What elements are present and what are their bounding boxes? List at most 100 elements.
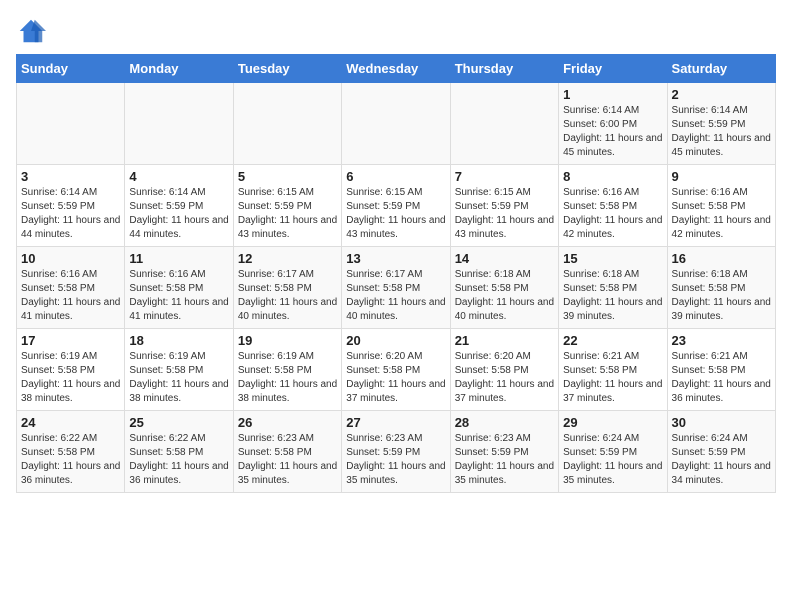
calendar-cell: [450, 83, 558, 165]
day-info: Sunrise: 6:16 AM Sunset: 5:58 PM Dayligh…: [21, 268, 120, 324]
day-number: 11: [129, 251, 228, 266]
day-number: 4: [129, 169, 228, 184]
day-info: Sunrise: 6:21 AM Sunset: 5:58 PM Dayligh…: [672, 350, 771, 406]
weekday-header-friday: Friday: [559, 55, 667, 83]
calendar-cell: 22Sunrise: 6:21 AM Sunset: 5:58 PM Dayli…: [559, 329, 667, 411]
calendar-cell: 20Sunrise: 6:20 AM Sunset: 5:58 PM Dayli…: [342, 329, 450, 411]
calendar-cell: 9 Sunrise: 6:16 AM Sunset: 5:58 PM Daylig…: [667, 165, 775, 247]
calendar-cell: 30 Sunrise: 6:24 AM Sunset: 5:59 PM Dayli…: [667, 411, 775, 493]
calendar-cell: 17 Sunrise: 6:19 AM Sunset: 5:58 PM Dayli…: [17, 329, 125, 411]
day-info: Sunrise: 6:14 AM Sunset: 6:00 PM Dayligh…: [563, 104, 662, 160]
day-info: Sunrise: 6:16 AM Sunset: 5:58 PM Dayligh…: [563, 186, 662, 242]
day-info: Sunrise: 6:17 AM Sunset: 5:58 PM Dayligh…: [238, 268, 337, 324]
calendar-cell: 1 Sunrise: 6:14 AM Sunset: 6:00 PM Daylig…: [559, 83, 667, 165]
calendar-cell: 6 Sunrise: 6:15 AM Sunset: 5:59 PM Daylig…: [342, 165, 450, 247]
day-number: 19: [238, 333, 337, 348]
day-number: 27: [346, 415, 445, 430]
day-number: 15: [563, 251, 662, 266]
calendar-cell: 26 Sunrise: 6:23 AM Sunset: 5:58 PM Dayli…: [233, 411, 341, 493]
day-number: 7: [455, 169, 554, 184]
day-number: 16: [672, 251, 771, 266]
calendar-cell: 3 Sunrise: 6:14 AM Sunset: 5:59 PM Daylig…: [17, 165, 125, 247]
calendar-week-row: 3 Sunrise: 6:14 AM Sunset: 5:59 PM Daylig…: [17, 165, 776, 247]
day-info: Sunrise: 6:24 AM Sunset: 5:59 PM Dayligh…: [563, 432, 662, 488]
day-number: 20: [346, 333, 445, 348]
day-info: Sunrise: 6:14 AM Sunset: 5:59 PM Dayligh…: [129, 186, 228, 242]
calendar-table: SundayMondayTuesdayWednesdayThursdayFrid…: [16, 54, 776, 493]
day-info: Sunrise: 6:24 AM Sunset: 5:59 PM Dayligh…: [672, 432, 771, 488]
day-number: 26: [238, 415, 337, 430]
calendar-cell: 14 Sunrise: 6:18 AM Sunset: 5:58 PM Dayli…: [450, 247, 558, 329]
calendar-cell: 12 Sunrise: 6:17 AM Sunset: 5:58 PM Dayli…: [233, 247, 341, 329]
calendar-cell: 4 Sunrise: 6:14 AM Sunset: 5:59 PM Daylig…: [125, 165, 233, 247]
day-info: Sunrise: 6:16 AM Sunset: 5:58 PM Dayligh…: [129, 268, 228, 324]
day-info: Sunrise: 6:18 AM Sunset: 5:58 PM Dayligh…: [455, 268, 554, 324]
day-info: Sunrise: 6:19 AM Sunset: 5:58 PM Dayligh…: [21, 350, 120, 406]
day-number: 8: [563, 169, 662, 184]
day-info: Sunrise: 6:23 AM Sunset: 5:58 PM Dayligh…: [238, 432, 337, 488]
day-number: 5: [238, 169, 337, 184]
day-info: Sunrise: 6:19 AM Sunset: 5:58 PM Dayligh…: [238, 350, 337, 406]
day-info: Sunrise: 6:19 AM Sunset: 5:58 PM Dayligh…: [129, 350, 228, 406]
weekday-header-monday: Monday: [125, 55, 233, 83]
calendar-body: 1 Sunrise: 6:14 AM Sunset: 6:00 PM Daylig…: [17, 83, 776, 493]
day-info: Sunrise: 6:14 AM Sunset: 5:59 PM Dayligh…: [21, 186, 120, 242]
logo: [16, 16, 50, 46]
calendar-cell: [125, 83, 233, 165]
day-info: Sunrise: 6:22 AM Sunset: 5:58 PM Dayligh…: [21, 432, 120, 488]
calendar-cell: 11 Sunrise: 6:16 AM Sunset: 5:58 PM Dayli…: [125, 247, 233, 329]
day-info: Sunrise: 6:18 AM Sunset: 5:58 PM Dayligh…: [563, 268, 662, 324]
calendar-cell: 18 Sunrise: 6:19 AM Sunset: 5:58 PM Dayli…: [125, 329, 233, 411]
calendar-cell: 28 Sunrise: 6:23 AM Sunset: 5:59 PM Dayli…: [450, 411, 558, 493]
day-number: 24: [21, 415, 120, 430]
calendar-cell: 7Sunrise: 6:15 AM Sunset: 5:59 PM Daylig…: [450, 165, 558, 247]
day-number: 17: [21, 333, 120, 348]
day-info: Sunrise: 6:20 AM Sunset: 5:58 PM Dayligh…: [455, 350, 554, 406]
calendar-week-row: 10 Sunrise: 6:16 AM Sunset: 5:58 PM Dayli…: [17, 247, 776, 329]
calendar-cell: 21 Sunrise: 6:20 AM Sunset: 5:58 PM Dayli…: [450, 329, 558, 411]
day-number: 6: [346, 169, 445, 184]
day-number: 28: [455, 415, 554, 430]
calendar-cell: 5 Sunrise: 6:15 AM Sunset: 5:59 PM Daylig…: [233, 165, 341, 247]
day-info: Sunrise: 6:23 AM Sunset: 5:59 PM Dayligh…: [346, 432, 445, 488]
calendar-cell: 19 Sunrise: 6:19 AM Sunset: 5:58 PM Dayli…: [233, 329, 341, 411]
day-info: Sunrise: 6:18 AM Sunset: 5:58 PM Dayligh…: [672, 268, 771, 324]
calendar-week-row: 24 Sunrise: 6:22 AM Sunset: 5:58 PM Dayli…: [17, 411, 776, 493]
calendar-week-row: 17 Sunrise: 6:19 AM Sunset: 5:58 PM Dayli…: [17, 329, 776, 411]
day-number: 9: [672, 169, 771, 184]
calendar-cell: [17, 83, 125, 165]
calendar-cell: 23Sunrise: 6:21 AM Sunset: 5:58 PM Dayli…: [667, 329, 775, 411]
calendar-cell: 29 Sunrise: 6:24 AM Sunset: 5:59 PM Dayli…: [559, 411, 667, 493]
day-number: 25: [129, 415, 228, 430]
day-info: Sunrise: 6:15 AM Sunset: 5:59 PM Dayligh…: [346, 186, 445, 242]
header: [16, 16, 776, 46]
day-info: Sunrise: 6:17 AM Sunset: 5:58 PM Dayligh…: [346, 268, 445, 324]
day-number: 14: [455, 251, 554, 266]
calendar-week-row: 1 Sunrise: 6:14 AM Sunset: 6:00 PM Daylig…: [17, 83, 776, 165]
day-number: 12: [238, 251, 337, 266]
weekday-header-thursday: Thursday: [450, 55, 558, 83]
weekday-header-sunday: Sunday: [17, 55, 125, 83]
calendar-cell: [342, 83, 450, 165]
calendar-cell: 10 Sunrise: 6:16 AM Sunset: 5:58 PM Dayli…: [17, 247, 125, 329]
day-info: Sunrise: 6:15 AM Sunset: 5:59 PM Dayligh…: [238, 186, 337, 242]
day-number: 3: [21, 169, 120, 184]
calendar-cell: 13 Sunrise: 6:17 AM Sunset: 5:58 PM Dayli…: [342, 247, 450, 329]
day-number: 18: [129, 333, 228, 348]
day-number: 1: [563, 87, 662, 102]
calendar-cell: 25 Sunrise: 6:22 AM Sunset: 5:58 PM Dayli…: [125, 411, 233, 493]
day-info: Sunrise: 6:16 AM Sunset: 5:58 PM Dayligh…: [672, 186, 771, 242]
day-info: Sunrise: 6:22 AM Sunset: 5:58 PM Dayligh…: [129, 432, 228, 488]
day-number: 2: [672, 87, 771, 102]
calendar-cell: [233, 83, 341, 165]
calendar-cell: 27 Sunrise: 6:23 AM Sunset: 5:59 PM Dayli…: [342, 411, 450, 493]
day-number: 30: [672, 415, 771, 430]
weekday-header-saturday: Saturday: [667, 55, 775, 83]
day-number: 29: [563, 415, 662, 430]
day-number: 21: [455, 333, 554, 348]
day-number: 10: [21, 251, 120, 266]
day-info: Sunrise: 6:23 AM Sunset: 5:59 PM Dayligh…: [455, 432, 554, 488]
day-number: 13: [346, 251, 445, 266]
calendar-cell: 15 Sunrise: 6:18 AM Sunset: 5:58 PM Dayli…: [559, 247, 667, 329]
day-number: 22: [563, 333, 662, 348]
